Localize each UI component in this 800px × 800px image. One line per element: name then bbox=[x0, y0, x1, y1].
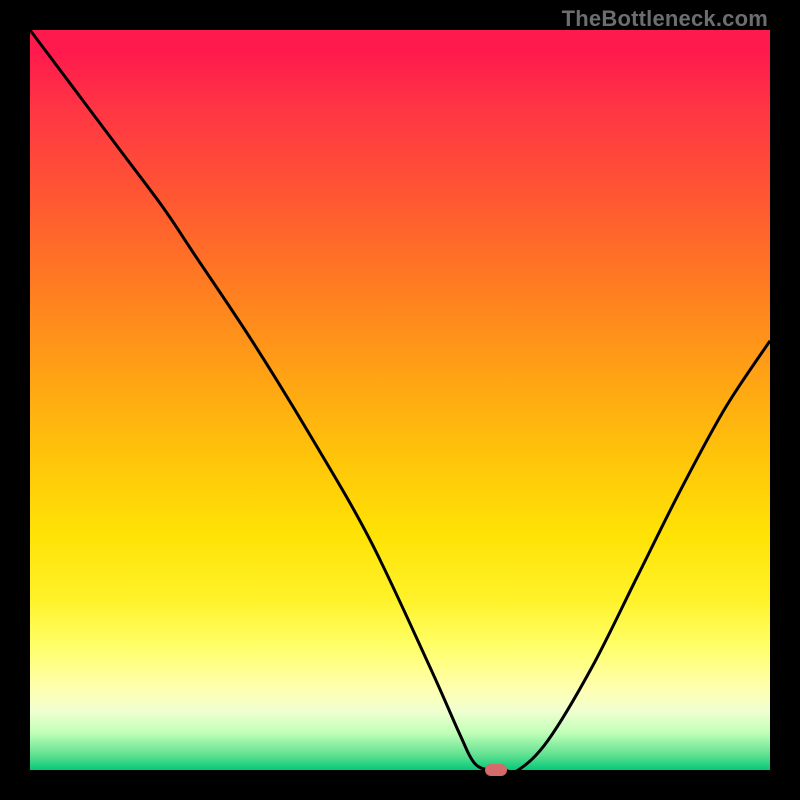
optimal-marker bbox=[485, 764, 507, 776]
bottleneck-curve bbox=[30, 30, 770, 770]
curve-path bbox=[30, 30, 770, 772]
plot-area bbox=[30, 30, 770, 770]
chart-frame: TheBottleneck.com bbox=[0, 0, 800, 800]
watermark-text: TheBottleneck.com bbox=[562, 6, 768, 32]
